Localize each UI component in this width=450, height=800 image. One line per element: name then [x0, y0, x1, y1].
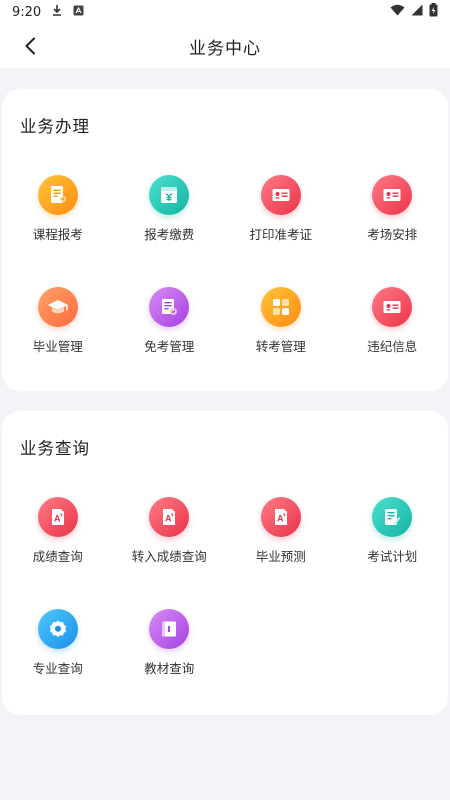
wifi-icon	[390, 4, 405, 20]
exam-plan-item[interactable]: 考试计划	[337, 489, 449, 601]
item-label: 转入成绩查询	[131, 549, 207, 564]
download-icon	[51, 4, 63, 20]
business-query-card: 业务查询 A + 成绩查询 A + 转入成绩查询 A + 毕业预测 考试计划 专…	[2, 411, 448, 715]
item-label: 考试计划	[367, 549, 418, 564]
item-label: 报考缴费	[144, 227, 195, 242]
svg-text:+: +	[59, 513, 63, 519]
exemption-management-item[interactable]: 免考管理	[114, 279, 226, 391]
course-register-icon	[37, 175, 78, 215]
admission-ticket-item[interactable]: 打印准考证	[225, 167, 337, 279]
graduation-forecast-icon: A +	[260, 497, 301, 537]
exam-plan-icon	[372, 497, 413, 537]
exam-room-icon	[372, 175, 413, 215]
item-label: 教材查询	[144, 661, 195, 676]
item-label: 打印准考证	[249, 227, 312, 242]
signal-icon	[411, 4, 423, 20]
item-label: 毕业管理	[32, 339, 83, 354]
payment-item[interactable]: 报考缴费	[114, 167, 226, 279]
exam-room-item[interactable]: 考场安排	[337, 167, 449, 279]
transfer-icon	[260, 287, 301, 327]
score-query-item[interactable]: A + 成绩查询	[2, 489, 114, 601]
chevron-left-icon	[25, 37, 35, 55]
exemption-icon	[149, 287, 190, 327]
business-handling-grid: 课程报考 报考缴费 打印准考证 考场安排 毕业管理 免考管理 转考管理 违纪信息	[2, 167, 448, 391]
major-query-icon	[37, 609, 78, 649]
svg-text:+: +	[282, 513, 286, 519]
section-title: 业务办理	[20, 117, 90, 136]
app-notification-icon	[73, 5, 84, 20]
transfer-management-item[interactable]: 转考管理	[225, 279, 337, 391]
textbook-query-item[interactable]: 教材查询	[114, 601, 226, 713]
transfer-score-query-item[interactable]: A + 转入成绩查询	[114, 489, 226, 601]
course-register-item[interactable]: 课程报考	[2, 167, 114, 279]
page-title: 业务中心	[189, 38, 261, 59]
item-label: 违纪信息	[367, 339, 418, 354]
item-label: 成绩查询	[32, 549, 83, 564]
item-label: 转考管理	[255, 339, 306, 354]
graduation-cap-icon	[37, 287, 78, 327]
payment-icon	[149, 175, 190, 215]
item-label: 课程报考	[32, 227, 83, 242]
status-bar: 9:20	[0, 0, 450, 24]
section-title: 业务查询	[20, 439, 90, 458]
textbook-icon	[149, 609, 190, 649]
score-query-icon: A +	[37, 497, 78, 537]
item-label: 毕业预测	[255, 549, 306, 564]
admission-ticket-icon	[260, 175, 301, 215]
item-label: 免考管理	[144, 339, 195, 354]
transfer-score-icon: A +	[149, 497, 190, 537]
violation-info-icon	[372, 287, 413, 327]
item-label: 专业查询	[32, 661, 83, 676]
back-button[interactable]	[18, 34, 42, 58]
item-label: 考场安排	[367, 227, 418, 242]
violation-info-item[interactable]: 违纪信息	[337, 279, 449, 391]
business-query-grid: A + 成绩查询 A + 转入成绩查询 A + 毕业预测 考试计划 专业查询 教…	[2, 489, 448, 713]
graduation-forecast-item[interactable]: A + 毕业预测	[225, 489, 337, 601]
status-time: 9:20	[12, 4, 42, 20]
major-query-item[interactable]: 专业查询	[2, 601, 114, 713]
battery-icon	[429, 3, 438, 21]
svg-text:+: +	[171, 513, 175, 519]
graduation-management-item[interactable]: 毕业管理	[2, 279, 114, 391]
nav-bar: 业务中心	[0, 24, 450, 68]
business-handling-card: 业务办理 课程报考 报考缴费 打印准考证 考场安排 毕业管理 免考管理 转考管理…	[2, 89, 448, 391]
